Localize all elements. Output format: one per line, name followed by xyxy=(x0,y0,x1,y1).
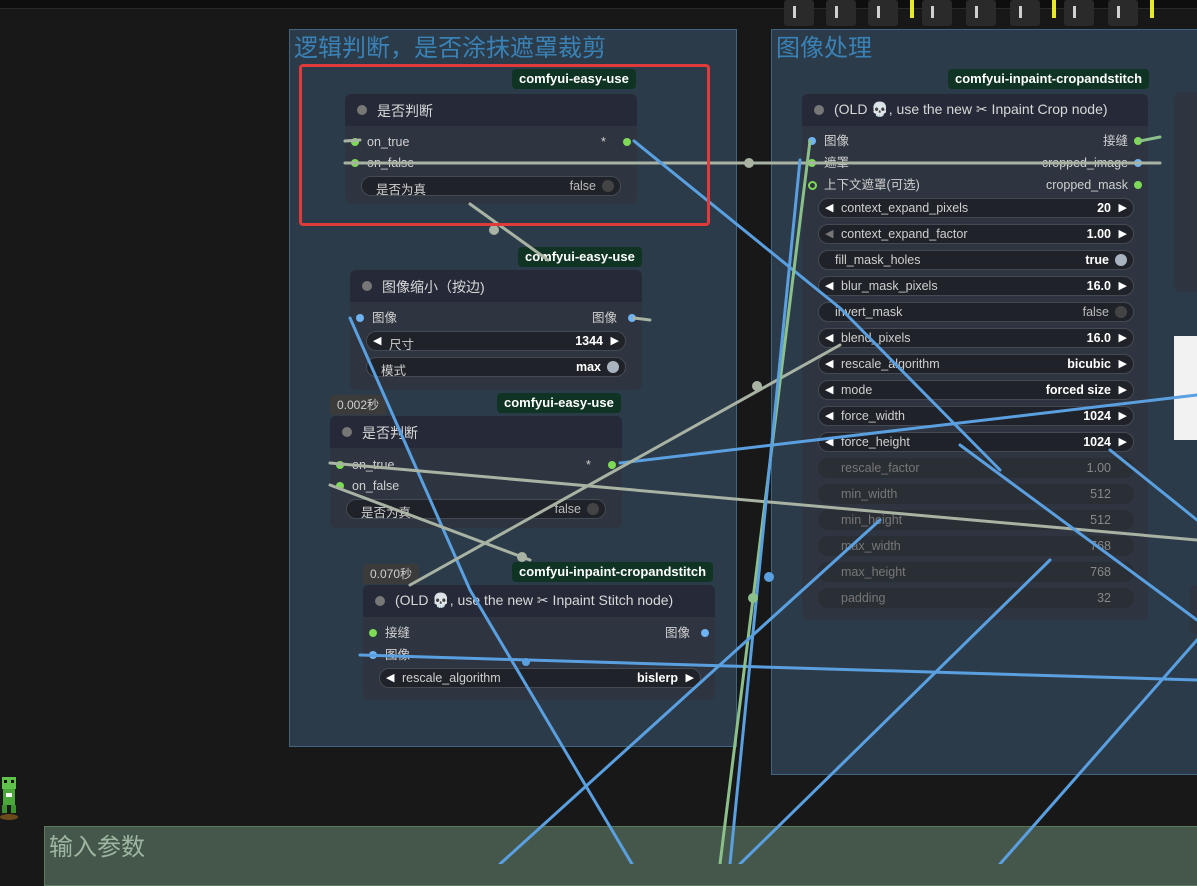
wire-right-2 xyxy=(1108,448,1197,522)
mascot-sprite-icon xyxy=(0,777,18,820)
wire-crop-link xyxy=(838,306,1002,472)
highlight-box xyxy=(299,64,710,226)
wire-right-1 xyxy=(958,443,1197,622)
wire-reroute-dot xyxy=(517,552,527,562)
wire-reroute-dot xyxy=(522,658,530,666)
wire-resize-out-stub xyxy=(632,316,652,322)
wire-bottom-2 xyxy=(498,518,882,864)
wire-reroute-dot xyxy=(752,381,762,391)
wire-stitch-image xyxy=(358,653,1197,682)
wire-reroute-dot xyxy=(748,593,758,603)
wire-out-stub xyxy=(1138,135,1162,143)
wire-crop-image-blue xyxy=(728,158,802,864)
wire-reroute-dot xyxy=(744,158,754,168)
wire-if2-out xyxy=(618,393,1197,465)
wire-reroute-dot xyxy=(489,225,499,235)
wire-resize-in xyxy=(348,316,472,592)
wire-resize-in-down xyxy=(468,588,634,864)
wire-stitch-in xyxy=(408,343,842,587)
wire-reroute-dot xyxy=(764,572,774,582)
